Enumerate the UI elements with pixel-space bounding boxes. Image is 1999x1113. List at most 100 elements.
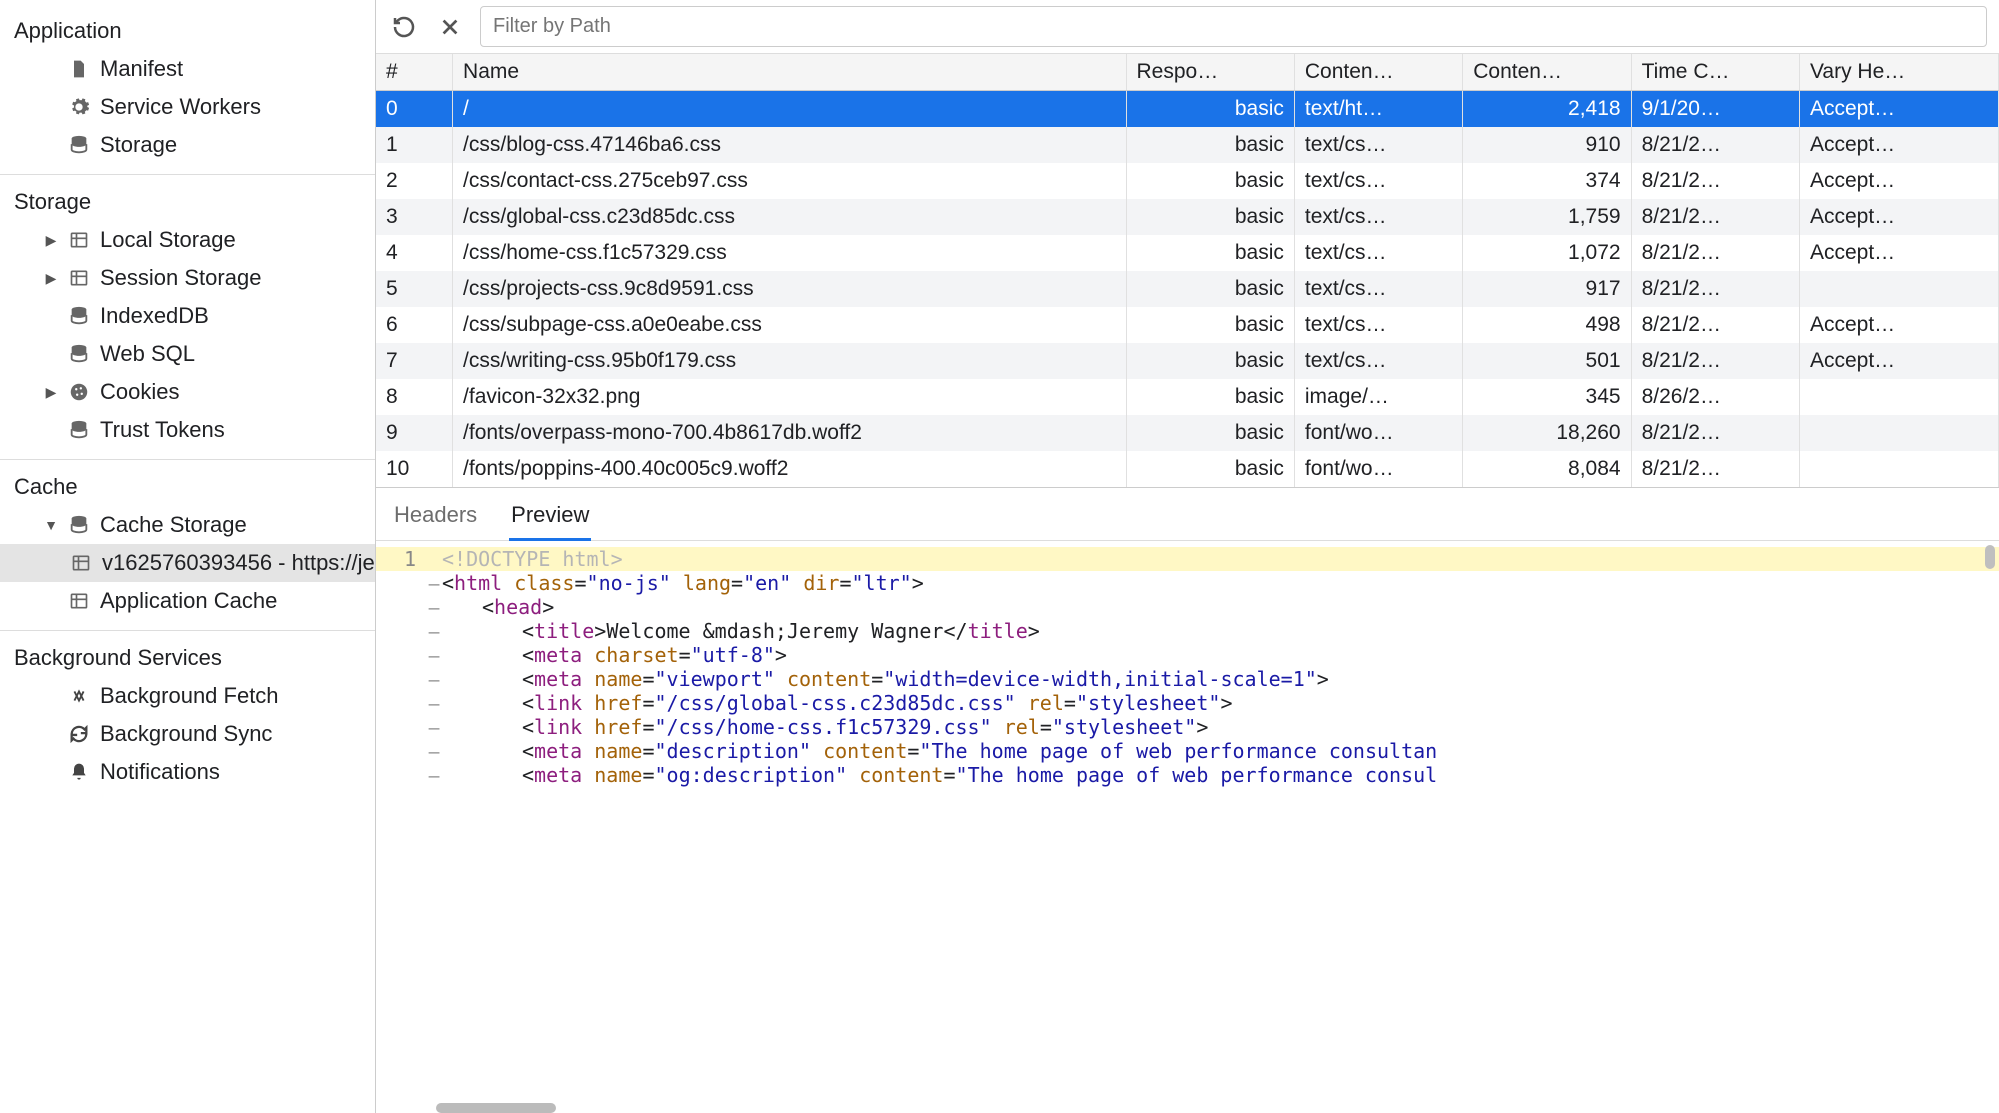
sidebar-item-cache-storage[interactable]: ▼ Cache Storage (0, 506, 375, 544)
sidebar-item-cache-entry[interactable]: v1625760393456 - https://je (0, 544, 375, 582)
sidebar-item[interactable]: Background Sync (0, 715, 375, 753)
fold-toggle-icon[interactable]: – (426, 742, 442, 763)
col-content-length[interactable]: Conten… (1463, 54, 1631, 91)
cell-time-cached: 8/21/2… (1631, 451, 1799, 487)
horizontal-scrollbar-thumb[interactable] (436, 1103, 556, 1113)
gear-icon (66, 94, 92, 120)
cell-index: 2 (376, 163, 453, 199)
chevron-right-icon[interactable]: ▶ (44, 270, 58, 287)
sidebar-item-label: Cookies (100, 379, 179, 405)
close-icon[interactable] (434, 11, 466, 43)
code-line[interactable]: –<meta charset="utf-8"> (376, 643, 1999, 667)
cell-content-type: text/ht… (1294, 91, 1462, 128)
col-index[interactable]: # (376, 54, 453, 91)
code-line[interactable]: –<title>Welcome &mdash;Jeremy Wagner</ti… (376, 619, 1999, 643)
sidebar-item[interactable]: ▶Local Storage (0, 221, 375, 259)
code-line[interactable]: –<meta name="viewport" content="width=de… (376, 667, 1999, 691)
sidebar-item[interactable]: Storage (0, 126, 375, 164)
cell-content-type: text/cs… (1294, 271, 1462, 307)
section-background-services: Background Services (0, 637, 375, 677)
fold-toggle-icon[interactable]: – (426, 598, 442, 619)
col-time-cached[interactable]: Time C… (1631, 54, 1799, 91)
tab-preview[interactable]: Preview (509, 496, 591, 541)
sidebar-item[interactable]: Web SQL (0, 335, 375, 373)
cell-index: 5 (376, 271, 453, 307)
sidebar-item[interactable]: ▶ Cookies (0, 373, 375, 411)
col-response-type[interactable]: Respo… (1126, 54, 1294, 91)
fold-toggle-icon[interactable]: – (426, 694, 442, 715)
table-row[interactable]: 4/css/home-css.f1c57329.cssbasictext/cs…… (376, 235, 1999, 271)
fold-toggle-icon[interactable]: – (426, 646, 442, 667)
cell-vary (1799, 415, 1998, 451)
cell-response-type: basic (1126, 343, 1294, 379)
sidebar-item[interactable]: Notifications (0, 753, 375, 791)
cell-time-cached: 8/21/2… (1631, 235, 1799, 271)
code-line[interactable]: –<link href="/css/global-css.c23d85dc.cs… (376, 691, 1999, 715)
chevron-down-icon[interactable]: ▼ (44, 517, 58, 533)
code-line[interactable]: –<html class="no-js" lang="en" dir="ltr"… (376, 571, 1999, 595)
fold-toggle-icon[interactable]: – (426, 718, 442, 739)
col-name[interactable]: Name (453, 54, 1126, 91)
file-icon (66, 56, 92, 82)
cell-index: 1 (376, 127, 453, 163)
sidebar-item[interactable]: ▶ Session Storage (0, 259, 375, 297)
filter-input[interactable] (480, 6, 1987, 47)
code-line[interactable]: –<meta name="description" content="The h… (376, 739, 1999, 763)
sidebar-item[interactable]: Manifest (0, 50, 375, 88)
table-row[interactable]: 8/favicon-32x32.pngbasicimage/…3458/26/2… (376, 379, 1999, 415)
code-content: <meta charset="utf-8"> (442, 643, 787, 667)
cell-index: 7 (376, 343, 453, 379)
fold-toggle-icon[interactable]: – (426, 670, 442, 691)
sidebar-item-label: Service Workers (100, 94, 261, 120)
fold-toggle-icon[interactable]: – (426, 766, 442, 787)
sidebar-item-label: Background Sync (100, 721, 272, 747)
table-row[interactable]: 3/css/global-css.c23d85dc.cssbasictext/c… (376, 199, 1999, 235)
table-icon (66, 265, 92, 291)
sidebar-item-application-cache[interactable]: Application Cache (0, 582, 375, 620)
cell-name: /css/blog-css.47146ba6.css (453, 127, 1126, 163)
refresh-icon[interactable] (388, 11, 420, 43)
table-row[interactable]: 1/css/blog-css.47146ba6.cssbasictext/cs…… (376, 127, 1999, 163)
cell-index: 9 (376, 415, 453, 451)
sidebar-item[interactable]: Trust Tokens (0, 411, 375, 449)
section-cache: Cache (0, 466, 375, 506)
cell-response-type: basic (1126, 307, 1294, 343)
table-row[interactable]: 5/css/projects-css.9c8d9591.cssbasictext… (376, 271, 1999, 307)
response-preview[interactable]: 1<!DOCTYPE html>–<html class="no-js" lan… (376, 541, 1999, 1113)
fold-toggle-icon[interactable]: – (426, 574, 442, 595)
cell-content-length: 18,260 (1463, 415, 1631, 451)
table-row[interactable]: 0/basictext/ht…2,4189/1/20…Accept… (376, 91, 1999, 128)
table-row[interactable]: 6/css/subpage-css.a0e0eabe.cssbasictext/… (376, 307, 1999, 343)
sidebar-item[interactable]: Background Fetch (0, 677, 375, 715)
table-row[interactable]: 10/fonts/poppins-400.40c005c9.woff2basic… (376, 451, 1999, 487)
scrollbar-thumb[interactable] (1985, 545, 1995, 569)
sidebar-item-label: Session Storage (100, 265, 261, 291)
fold-toggle-icon[interactable]: – (426, 622, 442, 643)
table-row[interactable]: 2/css/contact-css.275ceb97.cssbasictext/… (376, 163, 1999, 199)
tab-headers[interactable]: Headers (392, 496, 479, 540)
table-row[interactable]: 7/css/writing-css.95b0f179.cssbasictext/… (376, 343, 1999, 379)
chevron-right-icon[interactable]: ▶ (44, 384, 58, 401)
table-icon (66, 227, 92, 253)
sidebar-item-label: Notifications (100, 759, 220, 785)
col-content-type[interactable]: Conten… (1294, 54, 1462, 91)
cell-content-type: image/… (1294, 379, 1462, 415)
cell-response-type: basic (1126, 235, 1294, 271)
code-line[interactable]: –<head> (376, 595, 1999, 619)
table-row[interactable]: 9/fonts/overpass-mono-700.4b8617db.woff2… (376, 415, 1999, 451)
code-line[interactable]: 1<!DOCTYPE html> (376, 547, 1999, 571)
cell-content-length: 1,759 (1463, 199, 1631, 235)
sidebar-item-label: Storage (100, 132, 177, 158)
sidebar-item[interactable]: IndexedDB (0, 297, 375, 335)
cache-entries-table: # Name Respo… Conten… Conten… Time C… Va… (376, 54, 1999, 488)
cell-response-type: basic (1126, 379, 1294, 415)
sidebar-item[interactable]: Service Workers (0, 88, 375, 126)
code-line[interactable]: –<meta name="og:description" content="Th… (376, 763, 1999, 787)
col-vary-header[interactable]: Vary He… (1799, 54, 1998, 91)
cell-content-length: 345 (1463, 379, 1631, 415)
cell-index: 6 (376, 307, 453, 343)
database-icon (66, 417, 92, 443)
cell-content-type: font/wo… (1294, 415, 1462, 451)
chevron-right-icon[interactable]: ▶ (44, 232, 58, 249)
code-line[interactable]: –<link href="/css/home-css.f1c57329.css"… (376, 715, 1999, 739)
